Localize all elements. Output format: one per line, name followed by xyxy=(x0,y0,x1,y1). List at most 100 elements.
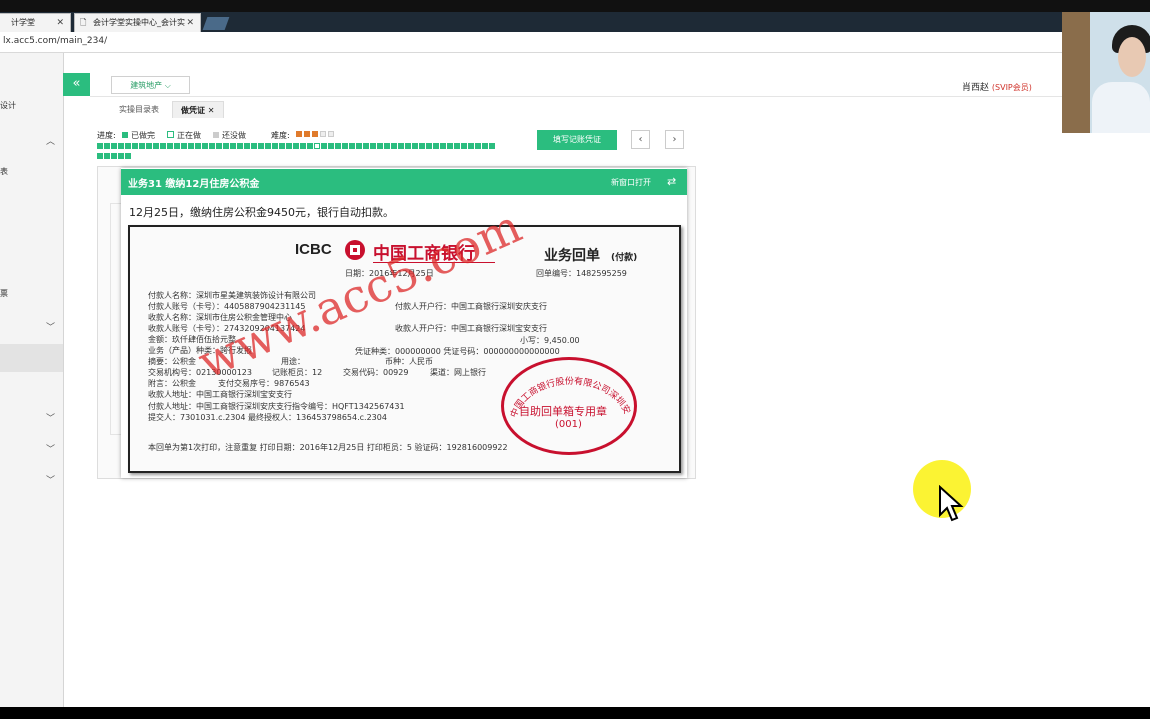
progress-cell[interactable] xyxy=(139,143,145,149)
progress-cell[interactable] xyxy=(97,143,103,149)
progress-cell[interactable] xyxy=(244,143,250,149)
chevron-down-icon[interactable]: ﹀ xyxy=(46,411,55,424)
progress-cell[interactable] xyxy=(237,143,243,149)
progress-cell[interactable] xyxy=(328,143,334,149)
progress-cell[interactable] xyxy=(272,143,278,149)
progress-cell[interactable] xyxy=(209,143,215,149)
progress-cell[interactable] xyxy=(433,143,439,149)
chevron-up-icon[interactable]: ︿ xyxy=(46,134,55,147)
progress-cell[interactable] xyxy=(104,143,110,149)
browser-tab-active[interactable]: 🗋 会计学堂实操中心_会计实 ✕ xyxy=(74,13,201,32)
progress-cell[interactable] xyxy=(489,143,495,149)
legend-done: 已做完 xyxy=(122,130,155,141)
sidebar-item-label[interactable]: 设计 xyxy=(0,100,16,111)
progress-cell[interactable] xyxy=(398,143,404,149)
chevron-down-icon[interactable]: ﹀ xyxy=(46,442,55,455)
progress-cell[interactable] xyxy=(454,143,460,149)
progress-cell[interactable] xyxy=(293,143,299,149)
progress-cell[interactable] xyxy=(265,143,271,149)
progress-cell[interactable] xyxy=(216,143,222,149)
close-icon[interactable]: ✕ xyxy=(208,106,215,115)
progress-cell[interactable] xyxy=(440,143,446,149)
progress-cell[interactable] xyxy=(279,143,285,149)
receipt-line: 交易代码：00929 xyxy=(343,368,409,377)
progress-cell[interactable] xyxy=(468,143,474,149)
sidebar-item-label[interactable]: 票 xyxy=(0,288,8,299)
business-description: 12月25日，缴纳住房公积金9450元，银行自动扣款。 xyxy=(129,206,394,219)
progress-cell[interactable] xyxy=(153,143,159,149)
progress-cell[interactable] xyxy=(482,143,488,149)
progress-cell[interactable] xyxy=(419,143,425,149)
progress-cell[interactable] xyxy=(321,143,327,149)
progress-cell[interactable] xyxy=(426,143,432,149)
progress-cell[interactable] xyxy=(195,143,201,149)
sidebar-item-label[interactable]: 表 xyxy=(0,166,8,177)
progress-cell[interactable] xyxy=(125,143,131,149)
progress-cell[interactable] xyxy=(447,143,453,149)
page-icon: 🗋 xyxy=(80,18,87,27)
progress-cell[interactable] xyxy=(118,153,124,159)
progress-cell[interactable] xyxy=(307,143,313,149)
progress-cell[interactable] xyxy=(125,153,131,159)
dialog-title: 业务31 缴纳12月住房公积金 xyxy=(128,179,260,190)
progress-cell[interactable] xyxy=(314,143,320,149)
progress-cell[interactable] xyxy=(377,143,383,149)
tab-label: 做凭证 xyxy=(181,106,205,115)
progress-cell[interactable] xyxy=(230,143,236,149)
progress-cell[interactable] xyxy=(286,143,292,149)
industry-select[interactable]: 建筑地产 ⌵ xyxy=(111,76,190,94)
legend-label: 正在做 xyxy=(177,131,201,140)
chevron-down-icon[interactable]: ﹀ xyxy=(46,320,55,333)
progress-cell[interactable] xyxy=(104,153,110,159)
collapse-sidebar-button[interactable]: « xyxy=(63,73,90,96)
progress-cell[interactable] xyxy=(202,143,208,149)
swap-icon[interactable]: ⇄ xyxy=(667,175,676,188)
progress-cell[interactable] xyxy=(146,143,152,149)
progress-cell[interactable] xyxy=(300,143,306,149)
progress-cell[interactable] xyxy=(118,143,124,149)
progress-cell[interactable] xyxy=(174,143,180,149)
fill-voucher-button[interactable]: 填写记账凭证 xyxy=(537,130,617,150)
progress-cell[interactable] xyxy=(391,143,397,149)
close-icon[interactable]: ✕ xyxy=(186,14,194,32)
user-info[interactable]: 肖西赵 (SVIP会员) xyxy=(962,80,1032,93)
progress-cell[interactable] xyxy=(461,143,467,149)
progress-cell[interactable] xyxy=(349,143,355,149)
next-button[interactable]: › xyxy=(665,130,684,149)
address-bar[interactable] xyxy=(0,32,1062,53)
tab-make-voucher[interactable]: 做凭证 ✕ xyxy=(172,101,224,118)
progress-cell[interactable] xyxy=(223,143,229,149)
progress-cell[interactable] xyxy=(111,143,117,149)
progress-cell[interactable] xyxy=(111,153,117,159)
progress-cell[interactable] xyxy=(370,143,376,149)
progress-cell[interactable] xyxy=(167,143,173,149)
progress-cell[interactable] xyxy=(342,143,348,149)
receipt-line: 用途： xyxy=(281,357,305,366)
open-new-window-link[interactable]: 新窗口打开 xyxy=(611,177,651,188)
progress-cell[interactable] xyxy=(335,143,341,149)
progress-cell[interactable] xyxy=(475,143,481,149)
tab-catalog[interactable]: 实操目录表 xyxy=(111,101,167,118)
difficulty-star xyxy=(328,131,334,137)
sidebar-item-active[interactable] xyxy=(0,344,63,372)
browser-tab[interactable]: 计学堂 ✕ xyxy=(0,13,71,32)
new-tab-button[interactable] xyxy=(202,17,230,30)
seal-code: (001) xyxy=(555,419,582,430)
progress-cell[interactable] xyxy=(97,153,103,159)
progress-cell[interactable] xyxy=(181,143,187,149)
progress-cell[interactable] xyxy=(363,143,369,149)
progress-cell[interactable] xyxy=(384,143,390,149)
progress-cell[interactable] xyxy=(160,143,166,149)
difficulty-star xyxy=(320,131,326,137)
progress-cell[interactable] xyxy=(356,143,362,149)
close-icon[interactable]: ✕ xyxy=(56,14,64,32)
progress-cell[interactable] xyxy=(188,143,194,149)
url-text[interactable]: lx.acc5.com/main_234/ xyxy=(3,36,107,46)
prev-button[interactable]: ‹ xyxy=(631,130,650,149)
progress-cell[interactable] xyxy=(258,143,264,149)
chevron-down-icon[interactable]: ﹀ xyxy=(46,473,55,486)
progress-cell[interactable] xyxy=(405,143,411,149)
progress-cell[interactable] xyxy=(132,143,138,149)
progress-cell[interactable] xyxy=(412,143,418,149)
progress-cell[interactable] xyxy=(251,143,257,149)
